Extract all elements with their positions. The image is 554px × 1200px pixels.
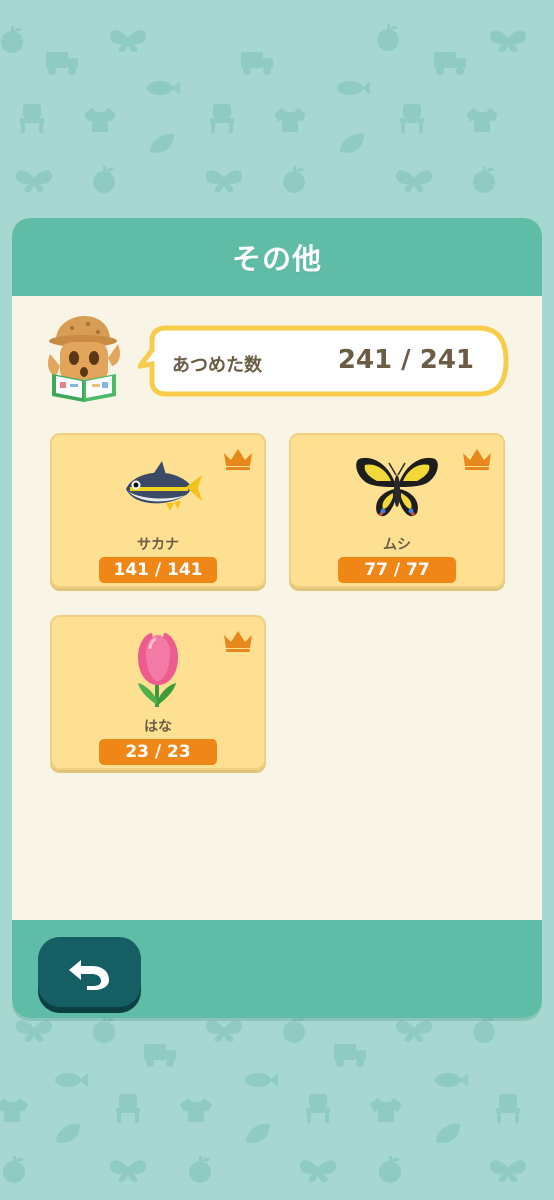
category-count: 141 / 141 xyxy=(99,557,217,583)
collection-panel: その他 あつめた数 241 / 241 サカナ 141 / 141 ムシ 77 … xyxy=(12,218,542,1018)
category-card-fish[interactable]: サカナ 141 / 141 xyxy=(50,433,266,588)
summary-row: あつめた数 241 / 241 xyxy=(12,314,542,412)
category-name: ムシ xyxy=(383,537,411,553)
collected-count-value: 241 / 241 xyxy=(337,345,474,375)
panel-header: その他 xyxy=(12,218,542,296)
category-name: はな xyxy=(144,719,172,735)
butterfly-icon xyxy=(356,457,438,517)
category-name: サカナ xyxy=(137,537,179,553)
crown-icon xyxy=(463,449,491,470)
back-button[interactable] xyxy=(38,937,141,1007)
crown-icon xyxy=(224,449,252,470)
category-count: 23 / 23 xyxy=(99,739,217,765)
category-card-bugs[interactable]: ムシ 77 / 77 xyxy=(289,433,505,588)
back-arrow-icon xyxy=(68,960,109,990)
fish-icon xyxy=(126,461,202,511)
page-title: その他 xyxy=(231,242,322,276)
mascot-reading-icon xyxy=(48,316,120,402)
crown-icon xyxy=(224,631,252,652)
collected-count-label: あつめた数 xyxy=(172,355,262,376)
tulip-icon xyxy=(138,633,178,707)
panel-footer xyxy=(12,920,542,1018)
category-card-flowers[interactable]: はな 23 / 23 xyxy=(50,615,266,770)
category-count: 77 / 77 xyxy=(338,557,456,583)
